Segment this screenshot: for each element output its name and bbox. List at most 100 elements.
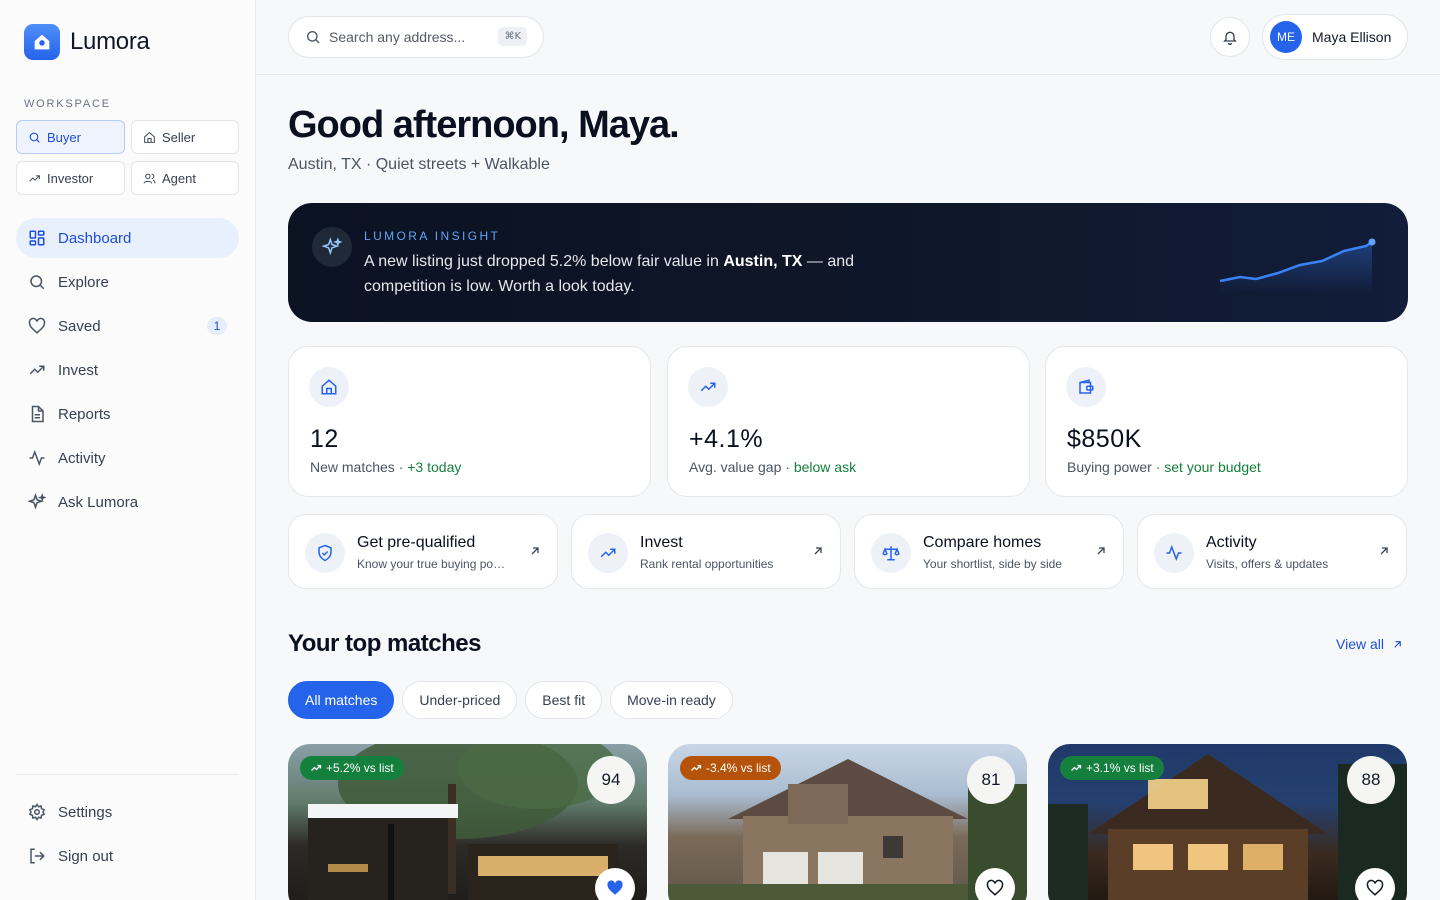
- heart-icon: [986, 879, 1004, 896]
- nav-item-reports[interactable]: Reports: [16, 394, 239, 434]
- nav-label: Sign out: [58, 847, 114, 865]
- nav-item-dashboard[interactable]: Dashboard: [16, 218, 239, 258]
- listing-card[interactable]: +5.2% vs list 94: [288, 744, 647, 900]
- stat-label-text: Buying power: [1067, 459, 1152, 475]
- page-subtitle: Austin, TX · Quiet streets + Walkable: [288, 156, 550, 173]
- stat-highlight: · below ask: [785, 459, 857, 475]
- stat-label: New matches · +3 today: [310, 459, 461, 475]
- stat-label: Avg. value gap · below ask: [689, 459, 856, 475]
- nav-item-invest[interactable]: Invest: [16, 350, 239, 390]
- action-subtitle: Rank rental opportunities: [640, 557, 774, 571]
- wallet-icon: [1066, 367, 1106, 407]
- arrow-up-right-icon: [1097, 547, 1105, 555]
- filter-chip-under-priced[interactable]: Under-priced: [402, 681, 518, 719]
- notifications-button[interactable]: [1210, 17, 1250, 57]
- match-score: 81: [967, 756, 1015, 804]
- save-listing-button[interactable]: [595, 868, 635, 900]
- listing-card[interactable]: -3.4% vs list 81: [668, 744, 1027, 900]
- scale-icon: [871, 533, 911, 573]
- workspace-agent-button[interactable]: Agent: [131, 161, 239, 195]
- insight-text-location: Austin, TX: [723, 253, 803, 270]
- workspace-investor-label: Investor: [47, 170, 94, 186]
- lumora-logo-icon: [24, 24, 60, 60]
- nav-label: Settings: [58, 803, 113, 821]
- filter-chip-move-in-ready[interactable]: Move-in ready: [610, 681, 733, 719]
- trend-up-icon: [588, 533, 628, 573]
- workspace-buyer-label: Buyer: [47, 129, 81, 145]
- user-name: Maya Ellison: [1312, 29, 1392, 45]
- nav-item-settings[interactable]: Settings: [16, 792, 239, 832]
- arrow-up-right-icon: [1394, 640, 1401, 648]
- action-subtitle: Visits, offers & updates: [1206, 557, 1329, 571]
- workspace-buyer-button[interactable]: Buyer: [16, 120, 125, 154]
- section-title: Your top matches: [288, 630, 481, 657]
- search-bar[interactable]: ⌘K: [288, 16, 544, 58]
- workspace-investor-button[interactable]: Investor: [16, 161, 125, 195]
- stat-card-value-gap[interactable]: +4.1% Avg. value gap · below ask: [667, 346, 1030, 497]
- brand-name: Lumora: [70, 28, 150, 55]
- home-icon: [309, 367, 349, 407]
- avatar: ME: [1270, 21, 1302, 53]
- arrow-up-right-icon: [1380, 547, 1388, 555]
- nav-label: Saved: [58, 317, 101, 335]
- stat-value: +4.1%: [689, 425, 764, 453]
- stat-highlight: · +3 today: [398, 459, 462, 475]
- nav-item-explore[interactable]: Explore: [16, 262, 239, 302]
- action-card-compare-homes[interactable]: Compare homes Your shortlist, side by si…: [854, 514, 1124, 589]
- insight-text-before: A new listing just dropped 5.2% below fa…: [364, 253, 724, 270]
- sparkle-icon: [28, 493, 46, 510]
- action-card-invest[interactable]: Invest Rank rental opportunities: [571, 514, 841, 589]
- action-card-pre-qualify[interactable]: Get pre-qualified Know your true buying …: [288, 514, 558, 589]
- save-listing-button[interactable]: [975, 868, 1015, 900]
- search-input[interactable]: [329, 29, 479, 45]
- action-title: Activity: [1206, 534, 1257, 551]
- price-delta-text: -3.4% vs list: [706, 761, 771, 775]
- save-listing-button[interactable]: [1355, 868, 1395, 900]
- filter-chip-all[interactable]: All matches: [288, 681, 395, 719]
- search-shortcut-hint: ⌘K: [498, 27, 527, 46]
- stat-card-buying-power[interactable]: $850K Buying power · set your budget: [1045, 346, 1408, 497]
- match-filter-chips: All matches Under-priced Best fit Move-i…: [288, 681, 733, 719]
- grid-icon: [29, 230, 45, 246]
- nav-item-saved[interactable]: Saved 1: [16, 306, 239, 346]
- main-nav: Dashboard Explore Saved 1 Invest Reports…: [16, 218, 239, 526]
- match-score: 88: [1347, 756, 1395, 804]
- workspace-seller-label: Seller: [162, 129, 196, 145]
- workspace-label: WORKSPACE: [24, 98, 111, 110]
- user-menu-button[interactable]: ME Maya Ellison: [1262, 14, 1408, 60]
- home-icon: [144, 131, 155, 143]
- nav-label: Activity: [58, 449, 106, 467]
- filter-chip-best-fit[interactable]: Best fit: [525, 681, 603, 719]
- workspace-seller-button[interactable]: Seller: [131, 120, 239, 154]
- nav-item-sign-out[interactable]: Sign out: [16, 836, 239, 876]
- sparkle-icon: [312, 227, 352, 267]
- match-score: 94: [587, 756, 635, 804]
- action-subtitle: Your shortlist, side by side: [923, 557, 1062, 571]
- insight-banner[interactable]: LUMORA INSIGHT A new listing just droppe…: [288, 203, 1408, 322]
- action-subtitle: Know your true buying power: [357, 557, 512, 571]
- listing-card[interactable]: +3.1% vs list 88: [1048, 744, 1407, 900]
- bottom-nav: Settings Sign out: [16, 792, 239, 880]
- trend-up-icon: [688, 367, 728, 407]
- nav-item-activity[interactable]: Activity: [16, 438, 239, 478]
- stat-card-new-matches[interactable]: 12 New matches · +3 today: [288, 346, 651, 497]
- stat-value: 12: [310, 425, 339, 453]
- trend-up-icon: [29, 365, 45, 375]
- trend-up-icon: [311, 764, 322, 771]
- nav-item-ask-lumora[interactable]: Ask Lumora: [16, 482, 239, 522]
- pulse-icon: [29, 449, 45, 467]
- shield-check-icon: [305, 533, 345, 573]
- action-card-activity[interactable]: Activity Visits, offers & updates: [1137, 514, 1407, 589]
- brand[interactable]: Lumora: [24, 24, 150, 60]
- heart-filled-icon: [607, 880, 623, 895]
- stat-label: Buying power · set your budget: [1067, 459, 1261, 475]
- set-budget-link[interactable]: · set your budget: [1156, 459, 1261, 475]
- sidebar: Lumora WORKSPACE Buyer Seller Investor A…: [0, 0, 256, 900]
- stat-value: $850K: [1067, 425, 1142, 453]
- view-all-link[interactable]: View all: [1336, 636, 1403, 652]
- top-header: ⌘K ME Maya Ellison: [256, 0, 1440, 75]
- search-icon: [307, 31, 320, 44]
- nav-label: Dashboard: [58, 229, 132, 247]
- nav-label: Invest: [58, 361, 99, 379]
- workspace-switcher: Buyer Seller Investor Agent: [16, 120, 239, 195]
